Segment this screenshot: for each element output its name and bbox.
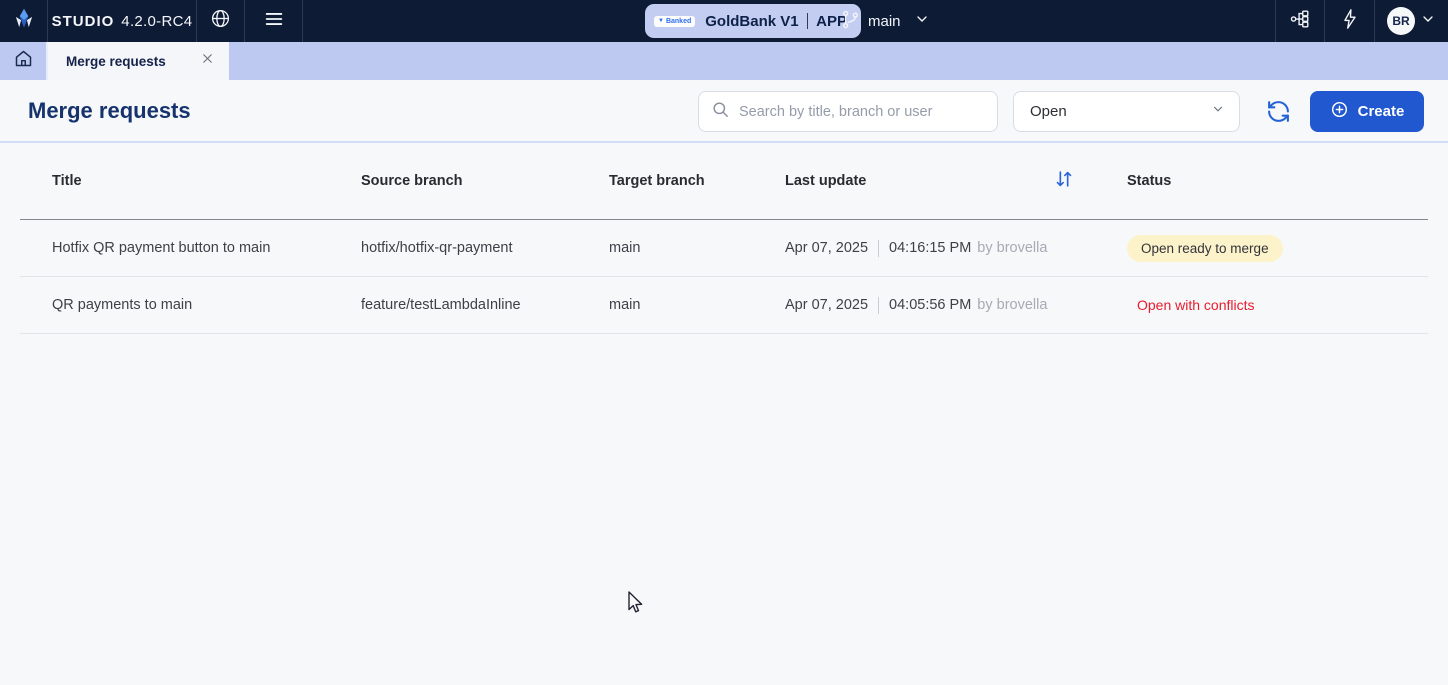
home-icon bbox=[13, 48, 34, 74]
top-bar: STUDIO 4.2.0-RC4 ▼ Banked GoldBank V1 AP… bbox=[0, 0, 1448, 42]
date-time-divider bbox=[878, 297, 879, 314]
git-branch-icon bbox=[840, 9, 861, 34]
kb-divider bbox=[807, 13, 809, 29]
kb-name: GoldBank V1 bbox=[705, 13, 798, 30]
tab-home[interactable] bbox=[0, 42, 48, 80]
main-menu-button[interactable] bbox=[245, 0, 303, 42]
mr-title: Hotfix QR payment button to main bbox=[52, 240, 361, 256]
page-title: Merge requests bbox=[28, 98, 191, 124]
product-version: 4.2.0-RC4 bbox=[121, 13, 192, 30]
user-avatar: BR bbox=[1387, 7, 1415, 35]
create-button[interactable]: Create bbox=[1310, 91, 1424, 132]
refresh-button[interactable] bbox=[1266, 99, 1291, 124]
mr-date: Apr 07, 2025 bbox=[785, 240, 868, 256]
search-box bbox=[698, 91, 998, 132]
column-header-title: Title bbox=[52, 173, 361, 189]
mr-time: 04:16:15 PM bbox=[889, 240, 971, 256]
mr-author: by brovella bbox=[977, 297, 1047, 313]
column-header-status: Status bbox=[1127, 173, 1428, 189]
header-divider bbox=[0, 141, 1448, 143]
tab-label: Merge requests bbox=[66, 54, 200, 69]
branch-name: main bbox=[868, 13, 901, 30]
mr-time: 04:05:56 PM bbox=[889, 297, 971, 313]
globe-icon bbox=[210, 8, 231, 34]
hamburger-menu-icon bbox=[263, 8, 285, 35]
globe-button[interactable] bbox=[197, 0, 245, 42]
user-menu[interactable]: BR bbox=[1374, 0, 1448, 42]
mr-source-branch: hotfix/hotfix-qr-payment bbox=[361, 240, 609, 256]
filter-selected-value: Open bbox=[1030, 103, 1211, 120]
banked-logo-icon: ▼ bbox=[658, 18, 664, 24]
merge-request-row[interactable]: QR payments to main feature/testLambdaIn… bbox=[20, 277, 1428, 334]
mr-target-branch: main bbox=[609, 297, 785, 313]
app-logo[interactable] bbox=[0, 0, 48, 42]
merge-request-row[interactable]: Hotfix QR payment button to main hotfix/… bbox=[20, 220, 1428, 277]
deployment-tree-button[interactable] bbox=[1275, 0, 1324, 42]
create-button-label: Create bbox=[1358, 103, 1405, 120]
mr-title: QR payments to main bbox=[52, 297, 361, 313]
knowledge-base-selector[interactable]: ▼ Banked GoldBank V1 APP bbox=[645, 4, 861, 38]
search-icon bbox=[711, 100, 730, 124]
tab-merge-requests[interactable]: Merge requests bbox=[48, 42, 229, 80]
status-badge: Open ready to merge bbox=[1127, 235, 1283, 262]
mr-author: by brovella bbox=[977, 240, 1047, 256]
tab-close-icon[interactable] bbox=[200, 51, 215, 71]
branch-chevron-down-icon bbox=[914, 11, 930, 31]
mr-source-branch: feature/testLambdaInline bbox=[361, 297, 609, 313]
date-time-divider bbox=[878, 240, 879, 257]
column-header-last-update: Last update bbox=[785, 173, 866, 189]
merge-requests-table: Title Source branch Target branch Last u… bbox=[20, 143, 1428, 334]
lightning-bolt-icon bbox=[1339, 8, 1361, 35]
status-filter-select[interactable]: Open bbox=[1013, 91, 1240, 132]
studio-logo-icon bbox=[11, 6, 37, 37]
sitemap-icon bbox=[1289, 8, 1311, 35]
user-chevron-down-icon bbox=[1420, 11, 1436, 32]
studio-version: STUDIO 4.2.0-RC4 bbox=[48, 0, 197, 42]
quick-actions-button[interactable] bbox=[1324, 0, 1374, 42]
banked-logo-badge: ▼ Banked bbox=[654, 16, 695, 27]
product-name: STUDIO bbox=[52, 13, 115, 30]
table-header-row: Title Source branch Target branch Last u… bbox=[20, 143, 1428, 220]
mr-date: Apr 07, 2025 bbox=[785, 297, 868, 313]
branch-selector[interactable]: main bbox=[840, 0, 930, 42]
column-header-source-branch: Source branch bbox=[361, 173, 609, 189]
tab-bar: Merge requests bbox=[0, 42, 1448, 80]
plus-circle-icon bbox=[1330, 100, 1349, 123]
status-badge: Open with conflicts bbox=[1137, 297, 1255, 313]
mr-target-branch: main bbox=[609, 240, 785, 256]
column-header-target-branch: Target branch bbox=[609, 173, 785, 189]
search-input[interactable] bbox=[739, 104, 985, 120]
refresh-icon bbox=[1266, 111, 1291, 128]
banked-logo-text: Banked bbox=[666, 18, 691, 25]
sort-toggle-icon[interactable] bbox=[1053, 168, 1075, 194]
select-chevron-down-icon bbox=[1211, 102, 1225, 121]
